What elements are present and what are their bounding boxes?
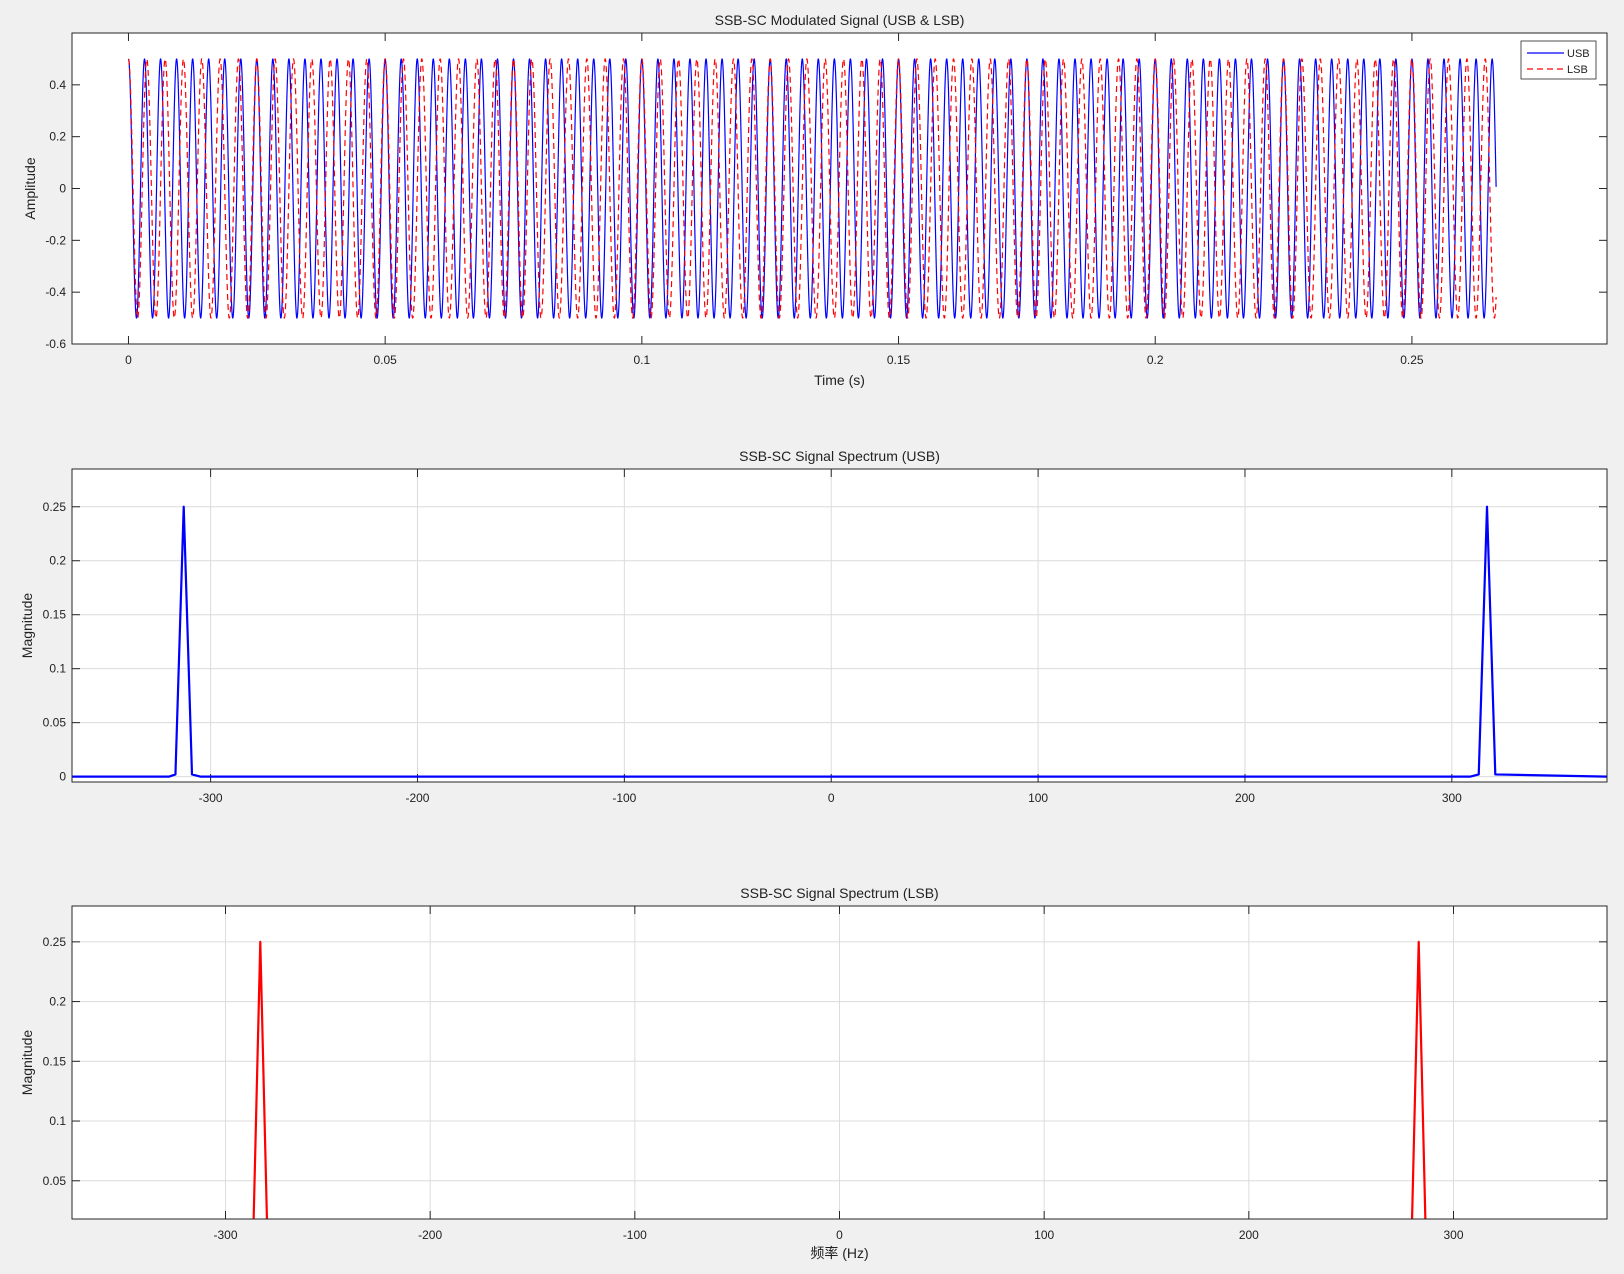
x-tick-label: 0.25: [1400, 353, 1424, 367]
chart-title: SSB-SC Signal Spectrum (USB): [739, 448, 940, 464]
figure: SSB-SC Modulated Signal (USB & LSB) 0 0.0…: [19, 12, 1608, 1261]
legend-label-lsb: LSB: [1567, 64, 1588, 76]
legend: USB LSB: [1520, 40, 1597, 80]
plot-lsb-spectrum: SSB-SC Signal Spectrum (LSB) -300 -200 -10…: [19, 885, 1608, 1261]
plot-modulated-signal: SSB-SC Modulated Signal (USB & LSB) 0 0.0…: [22, 12, 1608, 388]
y-tick-label: 0.1: [49, 662, 66, 676]
y-axis-label: Magnitude: [19, 593, 35, 659]
x-tick-label: 0: [836, 1228, 843, 1242]
x-tick-label: 100: [1028, 791, 1048, 805]
chart-title: SSB-SC Signal Spectrum (LSB): [740, 885, 938, 901]
y-tick-label: 0.2: [49, 554, 66, 568]
x-tick-label: -100: [612, 791, 636, 805]
y-tick-label: 0.4: [49, 78, 66, 92]
x-tick-label: 0.15: [887, 353, 911, 367]
y-tick-label: 0.25: [43, 935, 67, 949]
x-tick-label: 0.2: [1147, 353, 1164, 367]
x-tick-label: 300: [1442, 791, 1462, 805]
y-axis-label: Magnitude: [19, 1030, 35, 1096]
plot-area: [71, 468, 1608, 783]
x-tick-label: 0.05: [373, 353, 397, 367]
x-axis-label: Time (s): [814, 372, 865, 388]
y-tick-label: 0.15: [43, 1054, 67, 1068]
y-tick-label: -0.6: [45, 337, 66, 351]
x-tick-label: 300: [1443, 1228, 1463, 1242]
x-tick-label: 100: [1034, 1228, 1054, 1242]
y-tick-label: 0.15: [43, 608, 67, 622]
y-tick-label: 0.05: [43, 716, 67, 730]
x-tick-label: 200: [1239, 1228, 1259, 1242]
plot-area: [71, 32, 1608, 345]
x-tick-label: -300: [199, 791, 223, 805]
x-tick-label: 0.1: [634, 353, 651, 367]
y-tick-label: 0.2: [49, 130, 66, 144]
y-tick-label: 0: [59, 770, 66, 784]
y-tick-label: -0.4: [45, 285, 66, 299]
y-tick-label: -0.2: [45, 233, 66, 247]
x-tick-label: -300: [213, 1228, 237, 1242]
y-tick-label: 0.05: [43, 1174, 67, 1188]
x-tick-label: -200: [418, 1228, 442, 1242]
y-tick-label: 0.2: [49, 995, 66, 1009]
y-tick-label: 0: [59, 182, 66, 196]
x-tick-label: 0: [125, 353, 132, 367]
x-tick-label: -100: [623, 1228, 647, 1242]
x-tick-label: -200: [405, 791, 429, 805]
y-tick-label: 0.1: [49, 1114, 66, 1128]
y-axis-label: Amplitude: [22, 157, 38, 219]
x-tick-label: 200: [1235, 791, 1255, 805]
x-axis-label: 频率 (Hz): [810, 1245, 868, 1261]
x-tick-label: 0: [828, 791, 835, 805]
plot-usb-spectrum: SSB-SC Signal Spectrum (USB) -300 -200 -10…: [19, 448, 1608, 805]
chart-title: SSB-SC Modulated Signal (USB & LSB): [715, 12, 965, 28]
legend-label-usb: USB: [1567, 48, 1590, 60]
y-tick-label: 0.25: [43, 500, 67, 514]
